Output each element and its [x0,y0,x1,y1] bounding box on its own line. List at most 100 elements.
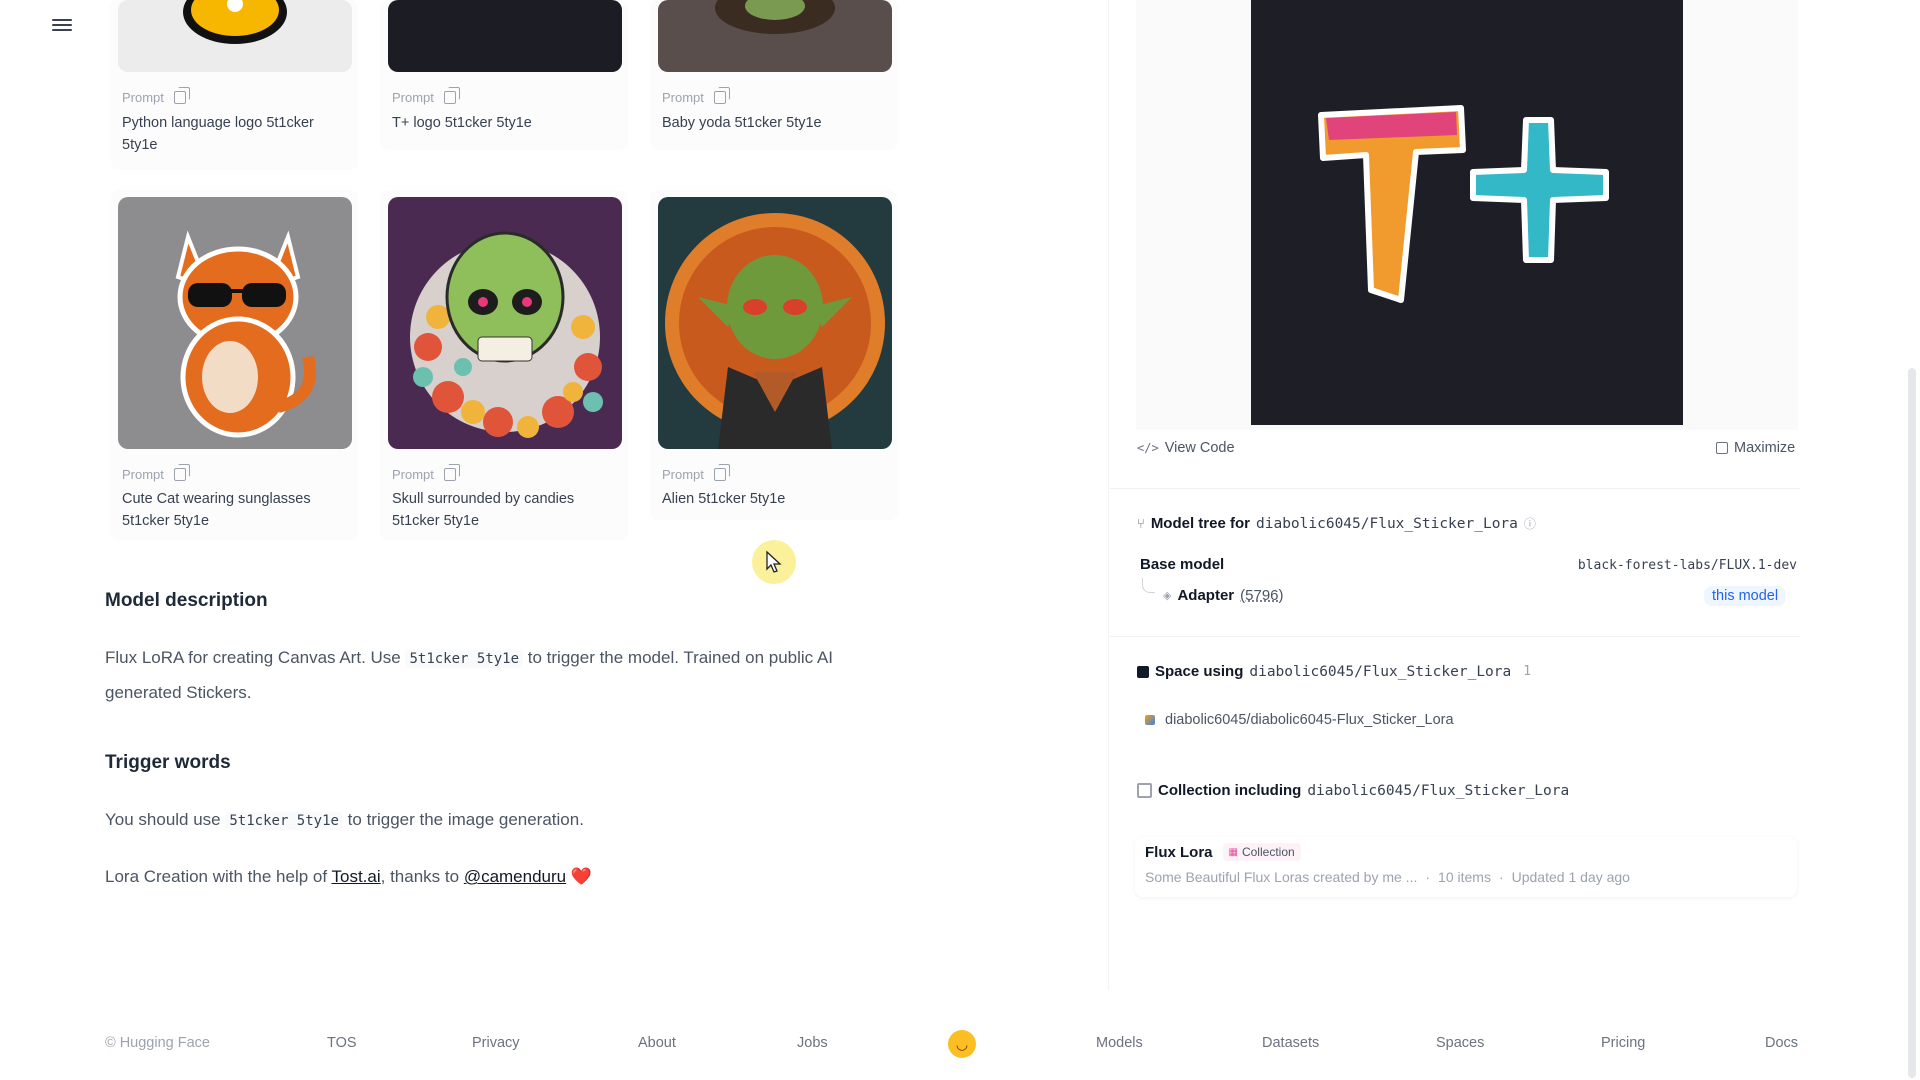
prompt-text: Skull surrounded by candies 5t1cker 5ty1… [392,491,575,529]
section-divider [1110,488,1800,489]
space-icon [1145,715,1155,725]
footer-link-spaces[interactable]: Spaces [1436,1035,1484,1051]
prompt-text: T+ logo 5t1cker 5ty1e [392,115,532,131]
collection-repo: diabolic6045/Flux_Sticker_Lora [1307,782,1570,799]
cat-sticker-image[interactable] [118,197,352,449]
prompt-text: Baby yoda 5t1cker 5ty1e [662,115,822,131]
copy-icon[interactable] [173,464,190,481]
description-text-part: Flux LoRA for creating Canvas Art. Use [105,648,406,667]
collection-meta: Some Beautiful Flux Loras created by me … [1145,869,1630,885]
tplus-logo-image[interactable] [388,0,622,72]
collection-description: Some Beautiful Flux Loras created by me … [1145,869,1418,885]
footer-link-jobs[interactable]: Jobs [797,1035,828,1051]
separator-dot: · [1498,869,1504,885]
trigger-text-part: You should use [105,810,226,829]
copy-icon[interactable] [713,464,730,481]
space-item-label: diabolic6045/diabolic6045-Flux_Sticker_L… [1165,712,1454,728]
copy-icon[interactable] [173,87,190,104]
footer-link-tos[interactable]: TOS [327,1035,357,1051]
space-item[interactable]: diabolic6045/diabolic6045-Flux_Sticker_L… [1145,712,1454,728]
base-model-link[interactable]: black-forest-labs/FLUX.1-dev [1578,558,1797,573]
gallery-card-tplus: Prompt T+ logo 5t1cker 5ty1e [380,0,628,150]
tree-icon: ⑂ [1137,516,1145,531]
adapter-row[interactable]: ◈ Adapter (5796) [1163,587,1284,604]
footer-copyright: © Hugging Face [105,1035,210,1051]
credit-text: Lora Creation with the help of Tost.ai, … [105,860,885,893]
tree-connector [1142,578,1155,593]
heart-icon: ❤️ [570,867,593,886]
prompt-label: Prompt [392,467,434,482]
spaces-title: Space using diabolic6045/Flux_Sticker_Lo… [1137,663,1531,680]
footer-link-about[interactable]: About [638,1035,676,1051]
view-code-button[interactable]: </> View Code [1137,440,1235,456]
panel-divider [1108,0,1109,990]
mouse-pointer-icon [766,550,782,573]
prompt-label: Prompt [392,90,434,105]
prompt-label: Prompt [662,467,704,482]
model-description-heading: Model description [105,590,268,611]
trigger-text-part: to trigger the image generation. [342,810,584,829]
gallery-card-python: Prompt Python language logo 5t1cker 5ty1… [110,0,358,170]
model-tree-label: Model tree for [1150,515,1250,532]
model-tree-title: ⑂ Model tree for diabolic6045/Flux_Stick… [1137,515,1536,532]
section-divider [1110,636,1800,637]
code-icon: </> [1137,441,1159,455]
trigger-code: 5t1cker 5ty1e [405,650,524,668]
collection-card-header: Flux Lora ▦ Collection [1145,843,1301,861]
collection-name[interactable]: Flux Lora [1145,844,1213,861]
alien-sticker-image[interactable] [658,197,892,449]
collection-badge-icon: ▦ [1228,846,1238,858]
footer-link-pricing[interactable]: Pricing [1601,1035,1645,1051]
prompt-label: Prompt [122,467,164,482]
copy-icon[interactable] [713,87,730,104]
gallery-card-alien: Prompt Alien 5t1cker 5ty1e [650,190,898,520]
camenduru-link[interactable]: @camenduru [464,867,566,886]
menu-icon[interactable] [52,16,72,36]
this-model-badge[interactable]: this model [1704,586,1787,606]
scrollbar[interactable] [1908,368,1916,1078]
spaces-icon [1137,665,1149,678]
baby-yoda-image[interactable] [658,0,892,72]
footer-link-docs[interactable]: Docs [1765,1035,1798,1051]
maximize-icon [1716,442,1728,454]
maximize-label: Maximize [1734,440,1796,456]
tplus-preview-image[interactable] [1251,0,1683,425]
info-icon[interactable]: ⓘ [1524,515,1536,532]
prompt-text: Python language logo 5t1cker 5ty1e [122,115,314,153]
collection-item-count: 10 items [1438,869,1491,885]
model-tree-repo: diabolic6045/Flux_Sticker_Lora [1256,515,1518,532]
prompt-text: Cute Cat wearing sunglasses 5t1cker 5ty1… [122,491,311,529]
collection-icon [1137,783,1152,798]
skull-sticker-image[interactable] [388,197,622,449]
trigger-words-heading: Trigger words [105,752,231,773]
collection-updated: Updated 1 day ago [1511,869,1630,885]
tost-ai-link[interactable]: Tost.ai [332,867,381,886]
credit-text-part: , thanks to [380,867,464,886]
adapter-icon: ◈ [1163,590,1172,602]
collection-label: Collection including [1158,782,1302,799]
base-model-label: Base model [1140,556,1225,573]
maximize-button[interactable]: Maximize [1716,440,1795,456]
prompt-text: Alien 5t1cker 5ty1e [662,491,786,507]
trigger-words-text: You should use 5t1cker 5ty1e to trigger … [105,803,885,838]
trigger-code: 5t1cker 5ty1e [225,812,343,830]
model-description-text: Flux LoRA for creating Canvas Art. Use 5… [105,641,885,709]
credit-text-part: Lora Creation with the help of [105,867,332,886]
spaces-label: Space using [1155,663,1244,680]
adapter-count[interactable]: (5796) [1240,587,1283,604]
copy-icon[interactable] [443,87,460,104]
collection-title: Collection including diabolic6045/Flux_S… [1137,782,1569,799]
copy-icon[interactable] [443,464,460,481]
footer-link-models[interactable]: Models [1096,1035,1143,1051]
view-code-label: View Code [1164,440,1235,456]
collection-badge-label: Collection [1241,845,1295,859]
prompt-label: Prompt [662,90,704,105]
hugging-face-logo-icon[interactable]: ◡ [948,1030,976,1058]
collection-badge: ▦ Collection [1222,843,1301,861]
python-logo-image[interactable] [118,0,352,72]
prompt-label: Prompt [122,90,164,105]
footer-link-datasets[interactable]: Datasets [1262,1035,1319,1051]
gallery-card-babyyoda: Prompt Baby yoda 5t1cker 5ty1e [650,0,898,150]
gallery-card-cat: Prompt Cute Cat wearing sunglasses 5t1ck… [110,190,358,540]
footer-link-privacy[interactable]: Privacy [472,1035,520,1051]
